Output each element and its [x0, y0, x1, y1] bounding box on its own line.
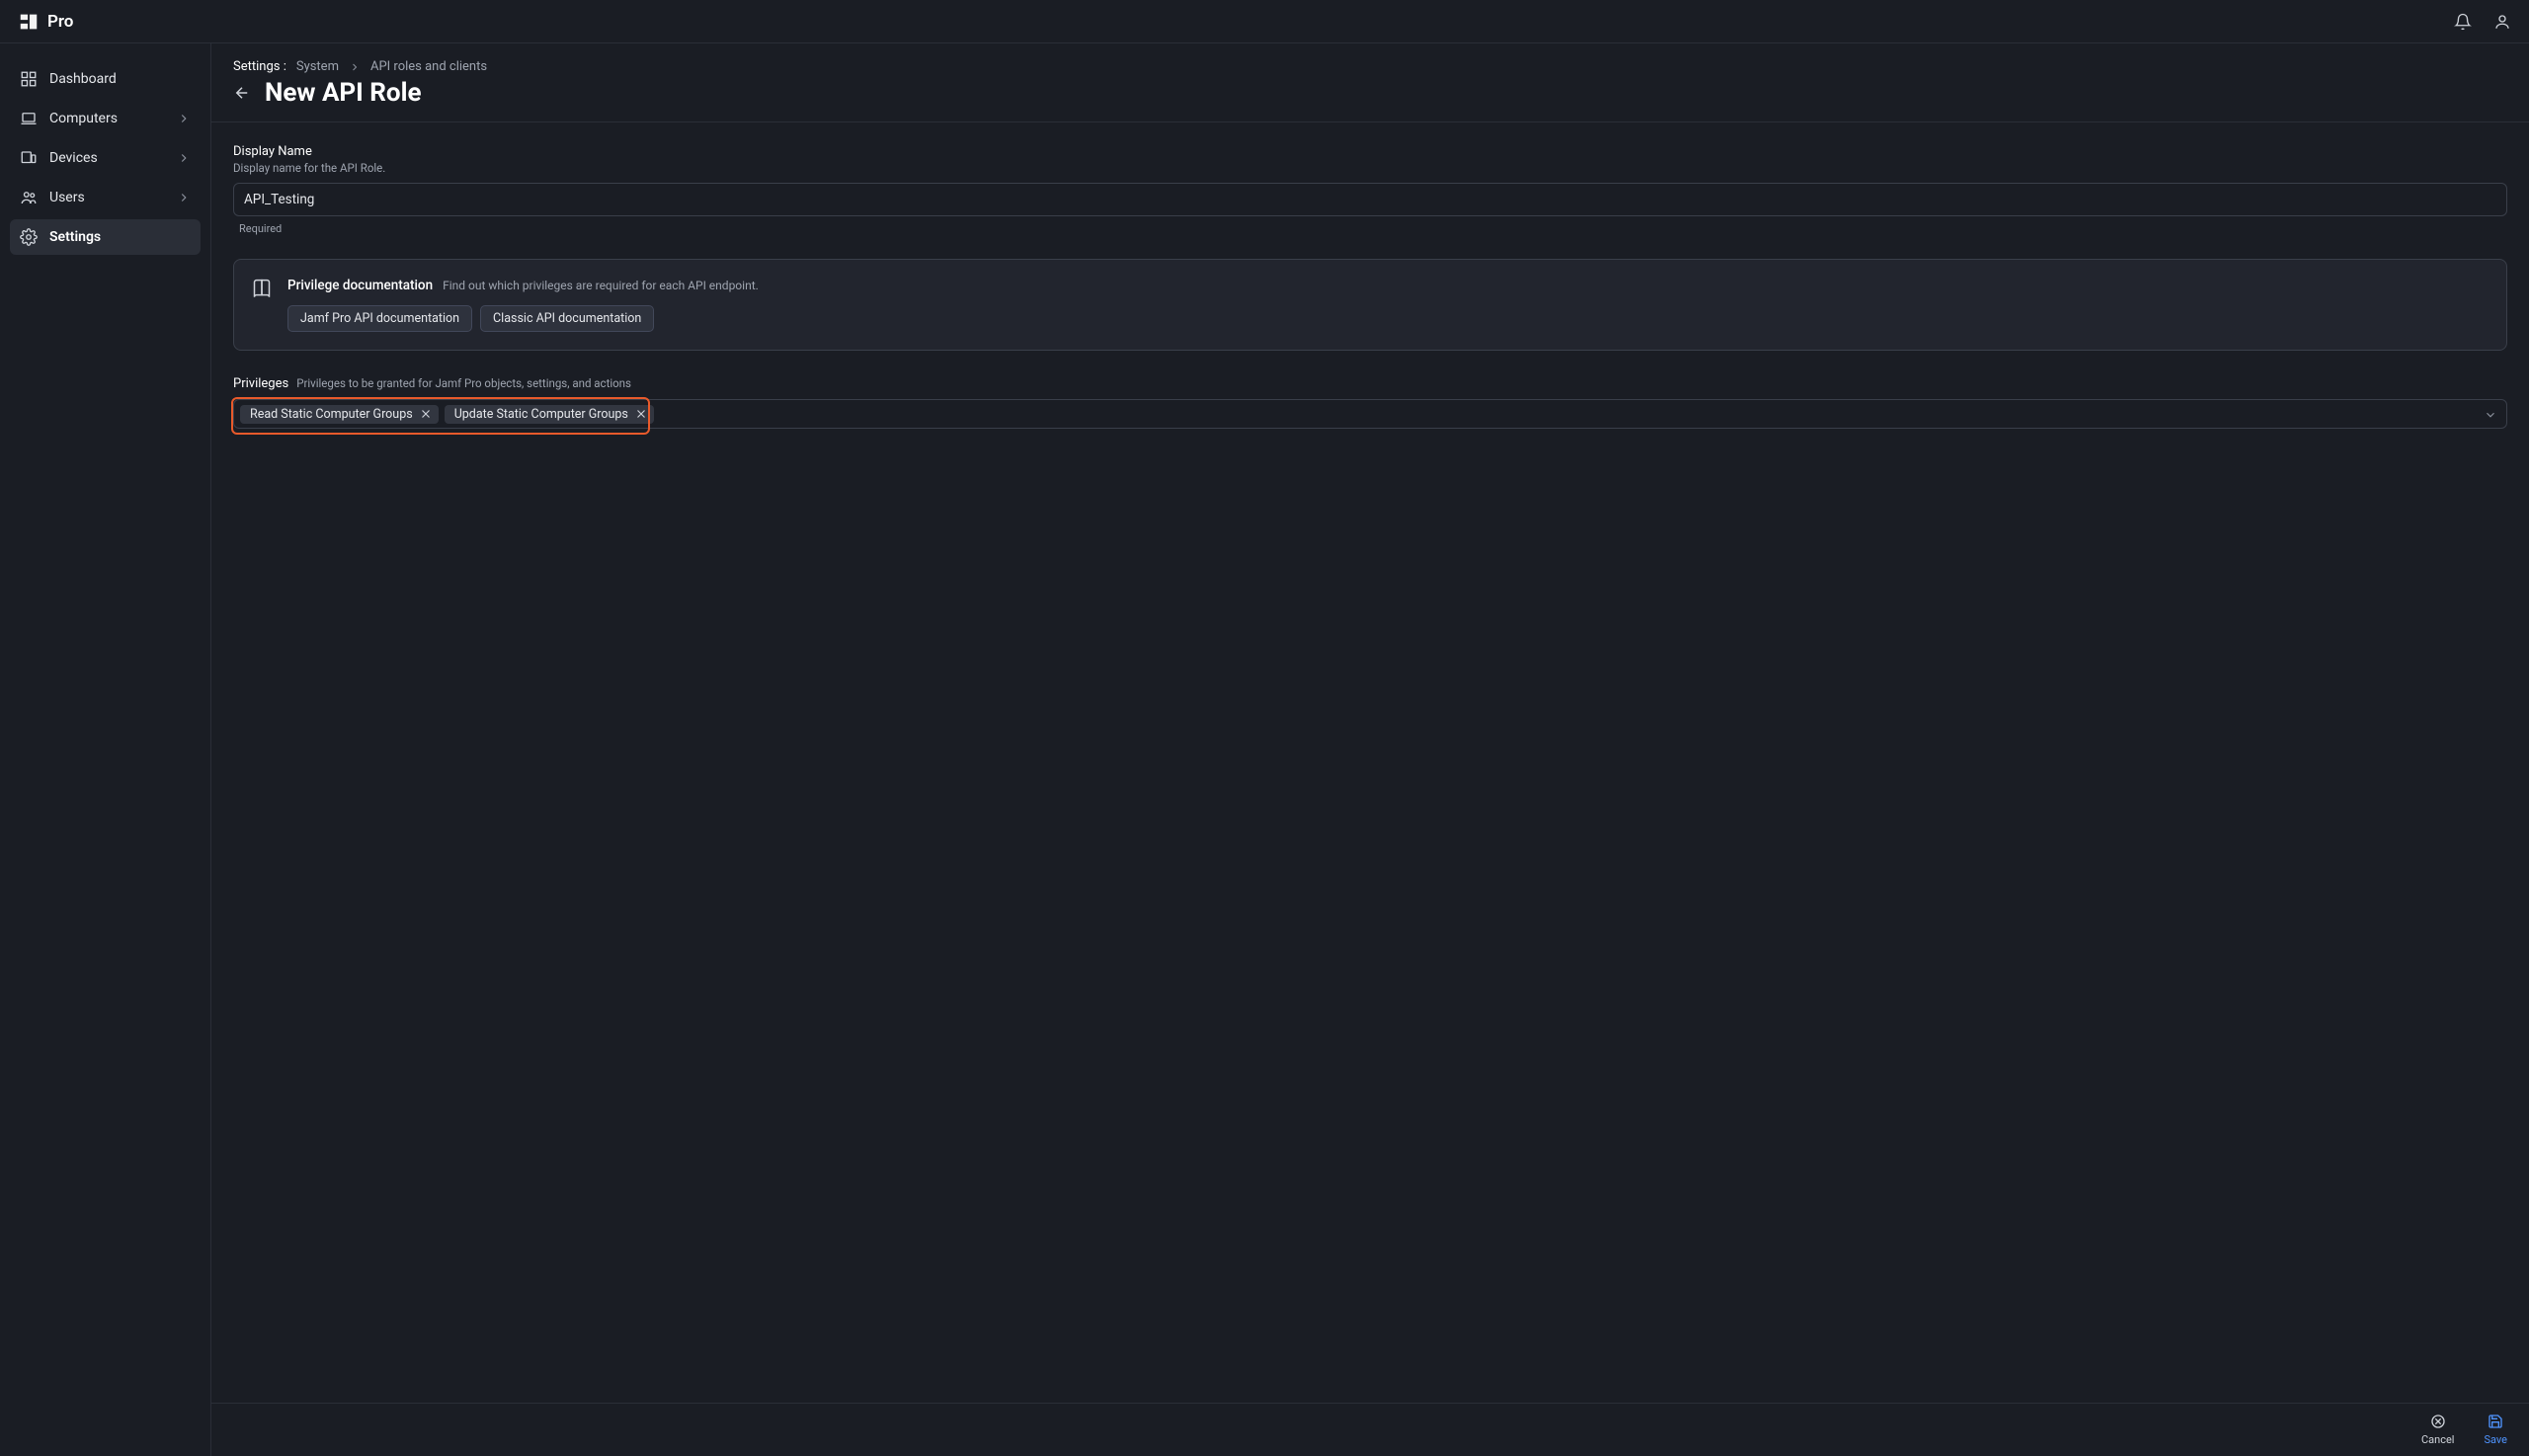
- app-header: Pro: [0, 0, 2529, 43]
- privileges-label: Privileges: [233, 376, 288, 391]
- breadcrumb-api-roles[interactable]: API roles and clients: [370, 59, 487, 74]
- breadcrumb-prefix: Settings :: [233, 59, 286, 74]
- chip-label: Update Static Computer Groups: [454, 407, 628, 422]
- chevron-right-icon: [177, 151, 191, 165]
- doc-card-title: Privilege documentation: [287, 278, 433, 293]
- display-name-hint: Display name for the API Role.: [233, 161, 2507, 175]
- gear-icon: [20, 228, 38, 246]
- privilege-chip: Read Static Computer Groups: [240, 405, 439, 424]
- cancel-icon: [2430, 1414, 2446, 1429]
- privileges-hint: Privileges to be granted for Jamf Pro ob…: [296, 376, 631, 390]
- sidebar-item-dashboard[interactable]: Dashboard: [10, 61, 201, 97]
- brand: Pro: [18, 11, 73, 33]
- remove-chip-icon[interactable]: [634, 407, 648, 421]
- brand-name: Pro: [47, 12, 73, 32]
- sidebar-item-computers[interactable]: Computers: [10, 101, 201, 136]
- book-icon: [252, 279, 272, 298]
- laptop-icon: [20, 110, 38, 127]
- save-label: Save: [2484, 1433, 2507, 1446]
- sidebar-item-users[interactable]: Users: [10, 180, 201, 215]
- brand-logo-icon: [18, 11, 40, 33]
- header-actions: [2454, 13, 2511, 31]
- devices-icon: [20, 149, 38, 167]
- page-title: New API Role: [265, 78, 422, 108]
- display-name-input[interactable]: [233, 183, 2507, 216]
- footer: Cancel Save: [211, 1403, 2529, 1456]
- sidebar-item-label: Users: [49, 190, 165, 205]
- privilege-chip: Update Static Computer Groups: [445, 405, 654, 424]
- chevron-right-icon: [177, 112, 191, 125]
- sidebar-item-label: Settings: [49, 229, 191, 245]
- breadcrumb-system[interactable]: System: [296, 59, 339, 74]
- privileges-input[interactable]: Read Static Computer Groups Update Stati…: [233, 399, 2507, 429]
- jamf-pro-api-doc-button[interactable]: Jamf Pro API documentation: [287, 305, 472, 332]
- breadcrumb: Settings : System API roles and clients: [233, 59, 2507, 74]
- save-icon: [2488, 1414, 2503, 1429]
- users-icon: [20, 189, 38, 206]
- chip-label: Read Static Computer Groups: [250, 407, 413, 422]
- chevron-down-icon[interactable]: [2484, 407, 2497, 421]
- sidebar-item-devices[interactable]: Devices: [10, 140, 201, 176]
- cancel-label: Cancel: [2421, 1433, 2454, 1446]
- sidebar-item-label: Computers: [49, 111, 165, 126]
- dashboard-icon: [20, 70, 38, 88]
- classic-api-doc-button[interactable]: Classic API documentation: [480, 305, 654, 332]
- doc-card-subtitle: Find out which privileges are required f…: [443, 279, 759, 292]
- remove-chip-icon[interactable]: [419, 407, 433, 421]
- content-header: Settings : System API roles and clients …: [211, 43, 2529, 122]
- back-button[interactable]: [233, 84, 251, 102]
- sidebar: Dashboard Computers Devices: [0, 43, 211, 1456]
- sidebar-item-label: Devices: [49, 150, 165, 166]
- cancel-button[interactable]: Cancel: [2421, 1414, 2454, 1446]
- required-label: Required: [233, 222, 2507, 235]
- sidebar-item-label: Dashboard: [49, 71, 191, 87]
- account-icon[interactable]: [2493, 13, 2511, 31]
- save-button[interactable]: Save: [2484, 1414, 2507, 1446]
- main-content: Settings : System API roles and clients …: [211, 43, 2529, 1456]
- privileges-section: Privileges Privileges to be granted for …: [233, 376, 2507, 429]
- chevron-right-icon: [177, 191, 191, 204]
- notifications-icon[interactable]: [2454, 13, 2472, 31]
- chevron-right-icon: [349, 61, 361, 73]
- privilege-doc-card: Privilege documentation Find out which p…: [233, 259, 2507, 351]
- display-name-label: Display Name: [233, 144, 2507, 159]
- sidebar-item-settings[interactable]: Settings: [10, 219, 201, 255]
- content-body: Display Name Display name for the API Ro…: [211, 122, 2529, 1403]
